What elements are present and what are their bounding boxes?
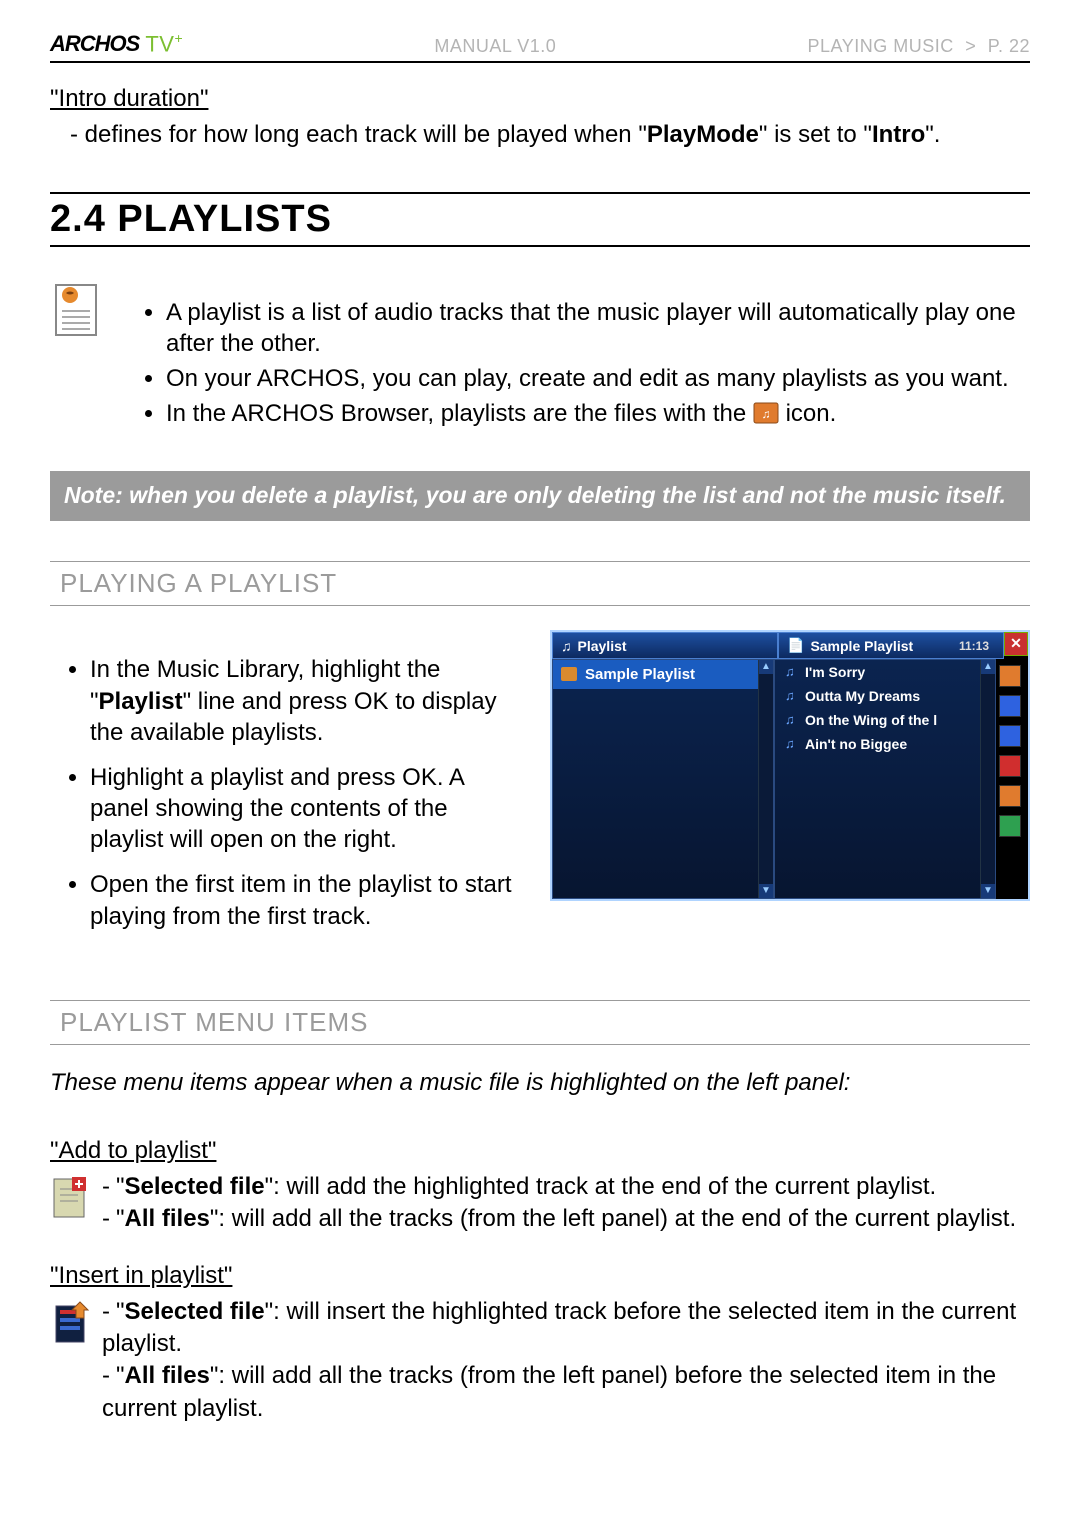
intro-duration-title: "Intro duration" [50, 85, 1030, 113]
playlist-doc-icon [50, 279, 106, 341]
sidebar-icon-1 [999, 665, 1021, 687]
brand-logo: ARCHOS [50, 31, 139, 57]
music-note-icon: ♫ [561, 638, 572, 654]
svg-text:♫: ♫ [761, 407, 770, 421]
insert-in-playlist-icon [50, 1300, 92, 1348]
section-2-4-title: 2.4 PLAYLISTS [50, 198, 1030, 241]
manual-version: MANUAL V1.0 [434, 36, 556, 57]
sc-track-3: On the Wing of the l [775, 708, 995, 732]
sc-left-item: Sample Playlist [553, 660, 773, 689]
doc-icon: 📄 [787, 637, 804, 654]
header-left: ARCHOS TV+ [50, 30, 183, 57]
sc-track-2: Outta My Dreams [775, 684, 995, 708]
add-to-playlist-body: -"Selected file": will add the highlight… [102, 1171, 1016, 1236]
playlist-menu-intro: These menu items appear when a music fil… [50, 1069, 1030, 1097]
sc-left-scrollbar: ▲▼ [758, 660, 773, 898]
sc-body: Sample Playlist ▲▼ I'm Sorry Outta My Dr… [552, 659, 1028, 899]
page-header: ARCHOS TV+ MANUAL V1.0 PLAYING MUSIC > P… [50, 30, 1030, 63]
playing-playlist-row: In the Music Library, highlight the "Pla… [50, 630, 1030, 970]
sc-window: ♫Playlist 📄Sample Playlist11:13 ✕ Sample… [550, 630, 1030, 901]
sc-track-1: I'm Sorry [775, 660, 995, 684]
sidebar-icon-4 [999, 755, 1021, 777]
close-icon: ✕ [1004, 632, 1028, 656]
sidebar-icon-6 [999, 815, 1021, 837]
sc-right-scrollbar: ▲▼ [980, 660, 995, 898]
bullet-2: On your ARCHOS, you can play, create and… [166, 363, 1030, 394]
intro-duration-desc: - defines for how long each track will b… [70, 119, 1030, 151]
insert-in-playlist-row: -"Selected file": will insert the highli… [50, 1296, 1030, 1426]
product-name: TV+ [145, 30, 183, 57]
sc-tabs: ♫Playlist 📄Sample Playlist11:13 ✕ [552, 632, 1028, 659]
step-2: Highlight a playlist and press OK. A pan… [90, 762, 526, 856]
breadcrumb-page: P. 22 [988, 36, 1030, 56]
sc-left-panel: Sample Playlist ▲▼ [552, 659, 774, 899]
sidebar-icon-5 [999, 785, 1021, 807]
step-1: In the Music Library, highlight the "Pla… [90, 654, 526, 748]
playing-playlist-steps: In the Music Library, highlight the "Pla… [50, 654, 526, 946]
step-3: Open the first item in the playlist to s… [90, 869, 526, 931]
breadcrumb-separator: > [959, 36, 982, 56]
section-rule-bottom [50, 245, 1030, 247]
sc-tab-left: ♫Playlist [552, 632, 778, 659]
insert-in-playlist-body: -"Selected file": will insert the highli… [102, 1296, 1030, 1426]
section-rule-top [50, 192, 1030, 194]
sidebar-icon-3 [999, 725, 1021, 747]
sidebar-icon-2 [999, 695, 1021, 717]
sc-track-4: Ain't no Biggee [775, 732, 995, 756]
arrow-up-icon: ▲ [981, 660, 995, 674]
arrow-down-icon: ▼ [759, 884, 773, 898]
playing-playlist-heading: PLAYING A PLAYLIST [50, 561, 1030, 606]
playlists-intro-row: A playlist is a list of audio tracks tha… [50, 273, 1030, 458]
playlists-bullets: A playlist is a list of audio tracks tha… [126, 297, 1030, 434]
insert-in-playlist-title: "Insert in playlist" [50, 1262, 1030, 1290]
sc-tab-right: 📄Sample Playlist11:13 [778, 632, 1004, 659]
delete-playlist-note: Note: when you delete a playlist, you ar… [50, 471, 1030, 521]
arrow-down-icon: ▼ [981, 884, 995, 898]
add-to-playlist-row: -"Selected file": will add the highlight… [50, 1171, 1030, 1236]
sc-clock: 11:13 [959, 639, 989, 653]
sc-right-panel: I'm Sorry Outta My Dreams On the Wing of… [774, 659, 996, 899]
add-to-playlist-icon [50, 1175, 92, 1223]
playlist-file-icon: ♫ [753, 401, 779, 423]
arrow-up-icon: ▲ [759, 660, 773, 674]
add-all-files: -"All files": will add all the tracks (f… [102, 1203, 1016, 1235]
insert-all-files: -"All files": will add all the tracks (f… [102, 1360, 1030, 1425]
breadcrumb: PLAYING MUSIC > P. 22 [808, 36, 1030, 57]
manual-page: ARCHOS TV+ MANUAL V1.0 PLAYING MUSIC > P… [0, 0, 1080, 1527]
add-to-playlist-title: "Add to playlist" [50, 1137, 1030, 1165]
breadcrumb-section: PLAYING MUSIC [808, 36, 954, 56]
bullet-1: A playlist is a list of audio tracks tha… [166, 297, 1030, 359]
playlist-screenshot: ♫Playlist 📄Sample Playlist11:13 ✕ Sample… [550, 630, 1030, 901]
bullet-3: In the ARCHOS Browser, playlists are the… [166, 398, 1030, 429]
add-selected-file: -"Selected file": will add the highlight… [102, 1171, 1016, 1203]
insert-selected-file: -"Selected file": will insert the highli… [102, 1296, 1030, 1361]
playlist-menu-heading: PLAYLIST MENU ITEMS [50, 1000, 1030, 1045]
sc-sidebar [996, 659, 1028, 899]
